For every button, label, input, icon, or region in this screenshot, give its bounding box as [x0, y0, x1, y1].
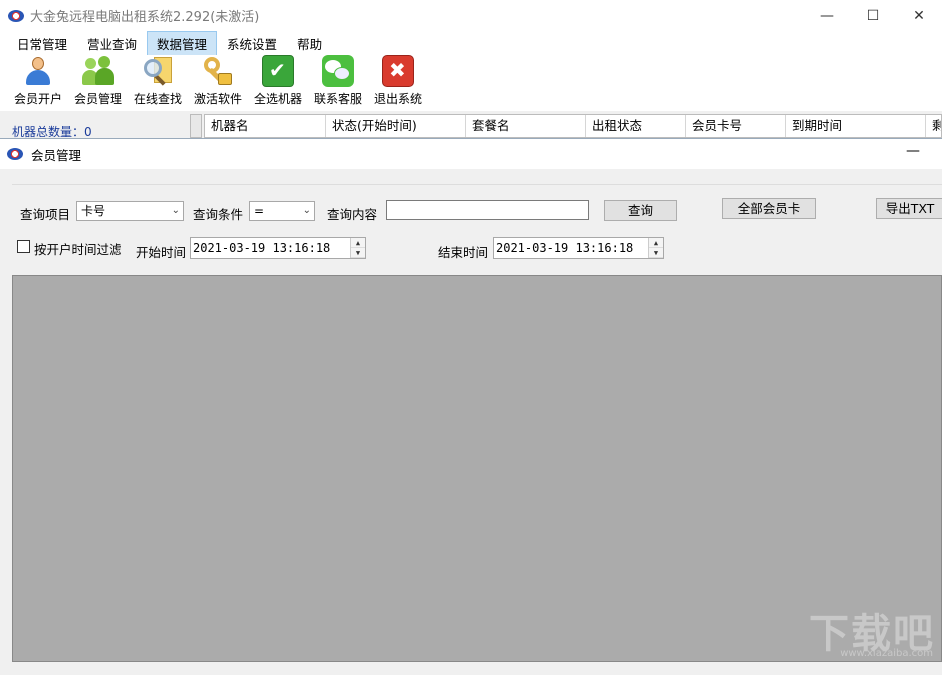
- users-group-icon: [82, 55, 114, 87]
- col-status[interactable]: 状态(开始时间): [326, 115, 466, 137]
- menu-bar: 日常管理 营业查询 数据管理 系统设置 帮助: [0, 31, 942, 55]
- contact-support-label: 联系客服: [314, 90, 362, 107]
- end-time-picker[interactable]: 2021-03-19 13:16:18 ▲▼: [493, 237, 664, 259]
- open-time-filter-checkbox[interactable]: [17, 240, 30, 253]
- menu-data-management[interactable]: 数据管理: [147, 31, 217, 56]
- window-controls: — ☐ ✕: [804, 0, 942, 31]
- menu-system-settings[interactable]: 系统设置: [217, 31, 287, 56]
- member-grid-area[interactable]: 下载吧 www.xiazaiba.com: [12, 275, 942, 662]
- col-package[interactable]: 套餐名: [466, 115, 586, 137]
- splitter-handle[interactable]: [190, 114, 202, 138]
- machine-strip: 机器总数量：0 机器名 状态(开始时间) 套餐名 出租状态 会员卡号 到期时间 …: [0, 111, 942, 138]
- app-logo-icon: [8, 10, 24, 22]
- start-time-picker[interactable]: 2021-03-19 13:16:18 ▲▼: [190, 237, 366, 259]
- open-time-filter-label: 按开户时间过滤: [34, 239, 122, 258]
- menu-business-query[interactable]: 营业查询: [77, 31, 147, 56]
- checkmark-icon: [262, 55, 294, 87]
- chevron-down-icon: ⌄: [172, 202, 180, 220]
- end-time-value: 2021-03-19 13:16:18: [496, 241, 633, 255]
- open-account-label: 会员开户: [14, 90, 62, 107]
- query-cond-value: =: [254, 204, 264, 218]
- main-titlebar: 大金兔远程电脑出租系统2.292(未激活) — ☐ ✕: [0, 0, 942, 31]
- menu-daily[interactable]: 日常管理: [7, 31, 77, 56]
- minimize-button[interactable]: —: [804, 0, 850, 31]
- query-panel: 查询项目 卡号 ⌄ 查询条件 = ⌄ 查询内容 查询 全部会员卡 导出TXT 按…: [12, 184, 942, 272]
- user-icon: [22, 55, 54, 87]
- magnifier-icon: [142, 55, 174, 87]
- contact-support-button[interactable]: 联系客服: [308, 55, 368, 111]
- col-member-card[interactable]: 会员卡号: [686, 115, 786, 137]
- query-content-input[interactable]: [386, 200, 589, 220]
- query-cond-label: 查询条件: [193, 204, 243, 223]
- select-all-machines-label: 全选机器: [254, 90, 302, 107]
- activate-software-label: 激活软件: [194, 90, 242, 107]
- key-lock-icon: [202, 55, 234, 87]
- member-management-window: 会员管理 — 查询项目 卡号 ⌄ 查询条件 = ⌄ 查询内容 查询 全部会员卡 …: [0, 138, 942, 675]
- col-rental-status[interactable]: 出租状态: [586, 115, 686, 137]
- machine-grid-header: 机器名 状态(开始时间) 套餐名 出租状态 会员卡号 到期时间 剩: [204, 114, 942, 138]
- watermark: 下载吧 www.xiazaiba.com: [805, 601, 935, 659]
- child-logo-icon: [7, 148, 23, 160]
- toolbar: 会员开户 会员管理 在线查找 激活软件 全选机器 联系客服 退出系统: [0, 55, 942, 111]
- query-item-label: 查询项目: [20, 204, 70, 223]
- col-remaining[interactable]: 剩: [926, 115, 941, 137]
- exit-system-button[interactable]: 退出系统: [368, 55, 428, 111]
- wechat-icon: [322, 55, 354, 87]
- activate-software-button[interactable]: 激活软件: [188, 55, 248, 111]
- menu-help[interactable]: 帮助: [287, 31, 332, 56]
- start-time-label: 开始时间: [136, 242, 186, 261]
- query-content-label: 查询内容: [327, 204, 377, 223]
- open-account-button[interactable]: 会员开户: [8, 55, 68, 111]
- query-item-select[interactable]: 卡号 ⌄: [76, 201, 184, 221]
- window-title: 大金兔远程电脑出租系统2.292(未激活): [30, 6, 259, 25]
- online-search-button[interactable]: 在线查找: [128, 55, 188, 111]
- query-cond-select[interactable]: = ⌄: [249, 201, 315, 221]
- select-all-machines-button[interactable]: 全选机器: [248, 55, 308, 111]
- online-search-label: 在线查找: [134, 90, 182, 107]
- all-member-cards-button[interactable]: 全部会员卡: [722, 198, 816, 219]
- close-button[interactable]: ✕: [896, 0, 942, 31]
- end-time-label: 结束时间: [438, 242, 488, 261]
- watermark-url: www.xiazaiba.com: [840, 648, 933, 659]
- start-time-value: 2021-03-19 13:16:18: [193, 241, 330, 255]
- end-time-spinner[interactable]: ▲▼: [648, 238, 663, 258]
- child-title: 会员管理: [31, 145, 81, 164]
- member-management-button[interactable]: 会员管理: [68, 55, 128, 111]
- export-txt-button[interactable]: 导出TXT: [876, 198, 942, 219]
- col-machine-name[interactable]: 机器名: [205, 115, 326, 137]
- query-item-value: 卡号: [81, 204, 105, 218]
- start-time-spinner[interactable]: ▲▼: [350, 238, 365, 258]
- maximize-button[interactable]: ☐: [850, 0, 896, 31]
- chevron-down-icon: ⌄: [303, 202, 311, 220]
- col-expire-time[interactable]: 到期时间: [786, 115, 926, 137]
- child-titlebar: 会员管理 —: [0, 139, 942, 169]
- exit-x-icon: [382, 55, 414, 87]
- query-button[interactable]: 查询: [604, 200, 677, 221]
- child-minimize-button[interactable]: —: [906, 143, 920, 159]
- member-management-label: 会员管理: [74, 90, 122, 107]
- exit-system-label: 退出系统: [374, 90, 422, 107]
